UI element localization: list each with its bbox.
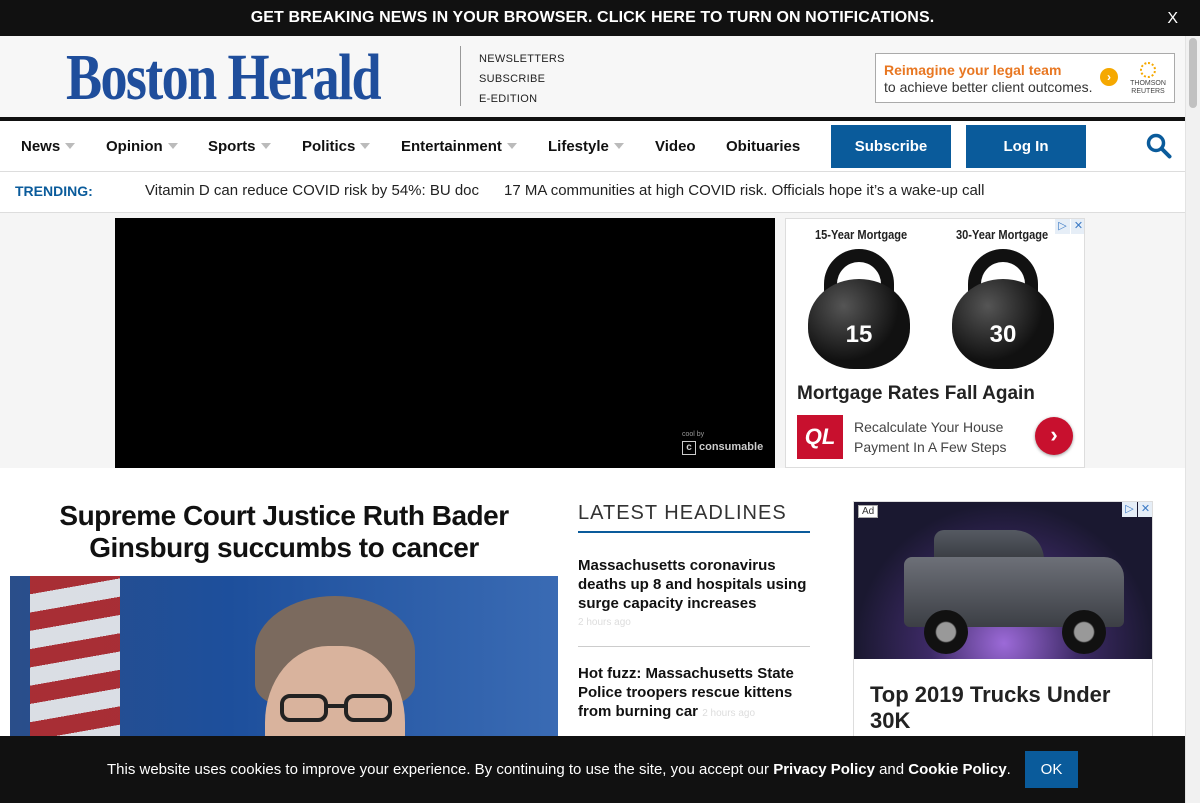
caret-down-icon (167, 143, 178, 149)
adchoices-icon[interactable]: ▷ (1122, 502, 1137, 517)
consumable-logo: c consumable (682, 441, 763, 455)
nav-label: Sports (208, 138, 256, 155)
nav-item-news[interactable]: News (21, 138, 76, 155)
cookie-banner: This website uses cookies to improve you… (0, 736, 1185, 803)
masthead-divider (460, 46, 461, 106)
consumable-text: consumable (699, 441, 764, 453)
latest-headlines-title: LATEST HEADLINES (578, 502, 810, 533)
masthead-links: NEWSLETTERS SUBSCRIBE E-EDITION (479, 49, 565, 109)
glasses-lens (280, 694, 328, 722)
nav-label: Politics (302, 138, 356, 155)
truck-ad-title[interactable]: Top 2019 Trucks Under 30K (870, 682, 1140, 734)
ad-brand: THOMSON REUTERS (1128, 62, 1168, 96)
caret-down-icon (260, 143, 271, 149)
chevron-right-icon[interactable]: › (1035, 417, 1073, 455)
page-scrollbar[interactable] (1185, 36, 1200, 803)
mortgage-ad[interactable]: ▷ ✕ 15-Year Mortgage 30-Year Mortgage 15… (785, 218, 1085, 468)
notification-text[interactable]: GET BREAKING NEWS IN YOUR BROWSER. CLICK… (0, 9, 1185, 27)
caret-down-icon (360, 143, 371, 149)
nav-label: Opinion (106, 138, 163, 155)
scrollbar-thumb[interactable] (1189, 38, 1197, 108)
nav-item-sports[interactable]: Sports (208, 138, 271, 155)
caret-down-icon (613, 143, 624, 149)
nav-label: News (21, 138, 61, 155)
ad-line-2: to achieve better client outcomes. (884, 79, 1093, 95)
list-item[interactable]: Hot fuzz: Massachusetts State Police tro… (578, 664, 810, 723)
cookie-policy-link[interactable]: Cookie Policy (908, 761, 1006, 778)
kettlebell-15-image: 15 (808, 249, 910, 369)
mortgage-ad-subtitle[interactable]: Recalculate Your House Payment In A Few … (854, 417, 1024, 457)
nav-item-lifestyle[interactable]: Lifestyle (548, 138, 624, 155)
caret-down-icon (65, 143, 76, 149)
thomson-reuters-logo-icon (1140, 62, 1156, 78)
cookie-text: This website uses cookies to improve you… (107, 761, 1011, 778)
e-edition-link[interactable]: E-EDITION (479, 89, 565, 109)
kettlebell-30-image: 30 (952, 249, 1054, 369)
trending-item-vitamin-d[interactable]: Vitamin D can reduce COVID risk by 54%: … (145, 182, 479, 199)
search-icon[interactable] (1146, 133, 1172, 159)
cookie-ok-button[interactable]: OK (1025, 751, 1078, 788)
cookie-text-and: and (874, 761, 909, 778)
powered-by-text: cool by (682, 431, 705, 438)
kettle-number: 30 (989, 321, 1017, 348)
glasses-graphic (280, 694, 395, 722)
subscribe-link[interactable]: SUBSCRIBE (479, 69, 565, 89)
adchoices-icon[interactable]: ▷ (1055, 219, 1070, 234)
close-notification-button[interactable]: X (1167, 10, 1178, 28)
arrow-right-icon[interactable]: › (1100, 68, 1118, 86)
privacy-policy-link[interactable]: Privacy Policy (773, 761, 875, 778)
glasses-lens (344, 694, 392, 722)
nav-item-obituaries[interactable]: Obituaries (726, 138, 800, 155)
trending-bar: TRENDING: Vitamin D can reduce COVID ris… (0, 171, 1185, 213)
nav-label: Entertainment (401, 138, 502, 155)
thomson-reuters-ad[interactable]: Reimagine your legal team to achieve bet… (875, 53, 1175, 103)
newsletters-link[interactable]: NEWSLETTERS (479, 49, 565, 69)
trending-label: TRENDING: (15, 183, 93, 199)
nav-item-entertainment[interactable]: Entertainment (401, 138, 517, 155)
cookie-text-end: . (1006, 761, 1011, 778)
truck-wheel (924, 610, 968, 654)
nav-label: Lifestyle (548, 138, 609, 155)
close-ad-icon[interactable]: ✕ (1138, 502, 1152, 517)
cookie-text-before: This website uses cookies to improve you… (107, 761, 774, 778)
mortgage-ad-title[interactable]: Mortgage Rates Fall Again (797, 383, 1035, 405)
trending-item-covid-risk[interactable]: 17 MA communities at high COVID risk. Of… (504, 182, 984, 199)
notification-bar[interactable]: GET BREAKING NEWS IN YOUR BROWSER. CLICK… (0, 0, 1200, 36)
truck-image (854, 502, 1152, 659)
timestamp: 2 hours ago (578, 617, 631, 628)
nav-item-video[interactable]: Video (655, 138, 696, 155)
truck-wheel (1062, 610, 1106, 654)
ad-brand-text: THOMSON REUTERS (1130, 80, 1166, 95)
lead-headline[interactable]: Supreme Court Justice Ruth Bader Ginsbur… (10, 500, 558, 564)
video-player[interactable]: cool by c consumable (115, 218, 775, 468)
caret-down-icon (506, 143, 517, 149)
boston-herald-logo[interactable]: Boston Herald (66, 45, 382, 111)
list-item[interactable]: Massachusetts coronavirus deaths up 8 an… (578, 556, 810, 632)
main-nav: News Opinion Sports Politics Entertainme… (0, 121, 1185, 171)
glasses-bridge (326, 704, 346, 708)
subscribe-button[interactable]: Subscribe (831, 125, 951, 168)
nav-item-opinion[interactable]: Opinion (106, 138, 178, 155)
divider (578, 646, 810, 647)
masthead: Boston Herald NEWSLETTERS SUBSCRIBE E-ED… (0, 36, 1185, 118)
label-30-year: 30-Year Mortgage (956, 227, 1049, 242)
login-button[interactable]: Log In (966, 125, 1086, 168)
headline-text[interactable]: Hot fuzz: Massachusetts State Police tro… (578, 665, 794, 720)
headline-text[interactable]: Massachusetts coronavirus deaths up 8 an… (578, 557, 806, 612)
label-15-year: 15-Year Mortgage (815, 227, 908, 242)
consumable-c-icon: c (682, 441, 696, 455)
timestamp: 2 hours ago (702, 708, 756, 719)
nav-item-politics[interactable]: Politics (302, 138, 371, 155)
close-ad-icon[interactable]: ✕ (1071, 219, 1084, 234)
quicken-loans-logo: QL (797, 415, 843, 459)
ad-label: Ad (858, 505, 879, 518)
ad-line-1: Reimagine your legal team (884, 62, 1062, 78)
kettle-number: 15 (845, 321, 873, 348)
